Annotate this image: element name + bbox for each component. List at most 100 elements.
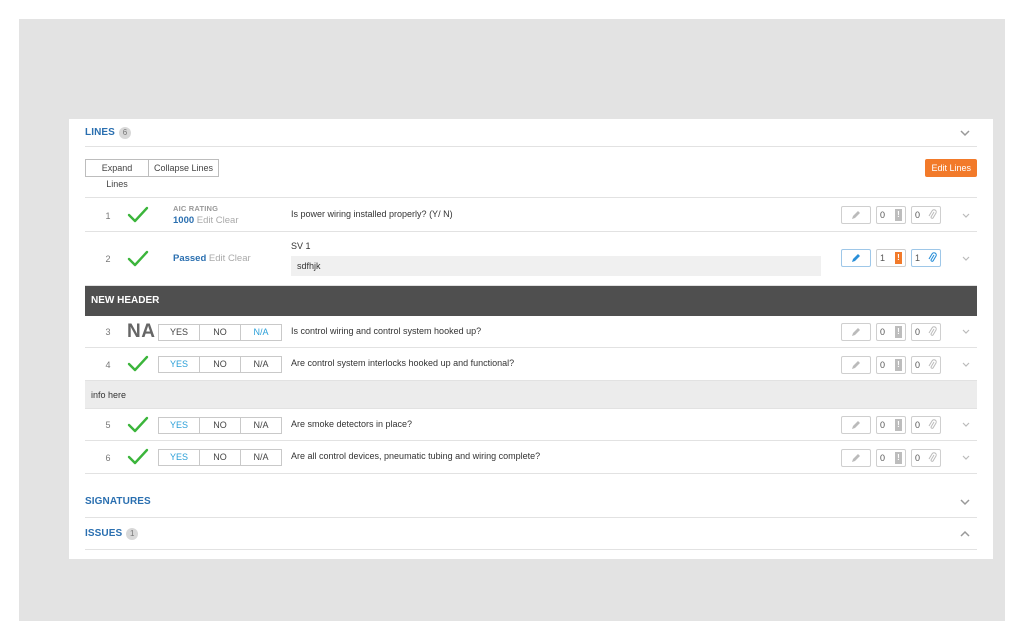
group-header: NEW HEADER xyxy=(85,286,977,316)
clear-link[interactable]: Clear xyxy=(216,215,239,226)
check-icon xyxy=(127,355,149,372)
lines-count-badge: 6 xyxy=(118,126,131,139)
checklist-card: LINES 6 Expand Lines Collapse Lines Edit… xyxy=(69,119,993,559)
chevron-down-icon[interactable] xyxy=(961,420,971,430)
yes-no-na-selector: YES NO N/A xyxy=(158,417,282,434)
issues-count-button[interactable]: 1 ! xyxy=(876,249,906,267)
edit-note-button[interactable] xyxy=(841,249,871,267)
collapse-lines-button[interactable]: Collapse Lines xyxy=(148,159,219,177)
edit-link[interactable]: Edit xyxy=(197,215,213,226)
table-row: 1 AIC RATING 1000 Edit Clear Is power wi… xyxy=(85,197,977,232)
chevron-down-icon[interactable] xyxy=(961,453,971,463)
pencil-icon xyxy=(852,254,860,262)
exclamation-icon: ! xyxy=(895,209,902,221)
comment-field[interactable]: sdfhjk xyxy=(291,256,821,276)
edit-note-button[interactable] xyxy=(841,449,871,467)
na-option[interactable]: N/A xyxy=(240,356,282,373)
issue-count: 0 xyxy=(880,210,886,220)
chevron-down-icon[interactable] xyxy=(959,127,971,139)
edit-note-button[interactable] xyxy=(841,356,871,374)
pencil-icon xyxy=(852,211,860,219)
no-option[interactable]: NO xyxy=(199,324,241,341)
paperclip-icon xyxy=(928,209,937,219)
issue-count: 1 xyxy=(880,253,886,263)
line-number: 1 xyxy=(105,211,111,221)
na-option[interactable]: N/A xyxy=(240,417,282,434)
attachment-count: 1 xyxy=(915,253,921,263)
chevron-down-icon[interactable] xyxy=(961,327,971,337)
check-icon xyxy=(127,416,149,433)
exclamation-icon: ! xyxy=(895,252,902,264)
yes-no-na-selector: YES NO N/A xyxy=(158,324,282,341)
na-option[interactable]: N/A xyxy=(240,449,282,466)
issues-count-button[interactable]: 0 ! xyxy=(876,356,906,374)
exclamation-icon: ! xyxy=(895,359,902,371)
signatures-section-header[interactable]: SIGNATURES xyxy=(85,486,977,518)
exclamation-icon: ! xyxy=(895,419,902,431)
field-label: AIC RATING xyxy=(173,204,219,213)
exclamation-icon: ! xyxy=(895,326,902,338)
paperclip-icon xyxy=(928,452,937,462)
yes-no-na-selector: YES NO N/A xyxy=(158,449,282,466)
question-text: Are smoke detectors in place? xyxy=(291,419,413,429)
line-number: 5 xyxy=(105,420,111,430)
issues-section-header[interactable]: ISSUES 1 xyxy=(85,518,977,550)
chevron-up-icon[interactable] xyxy=(959,528,971,540)
chevron-down-icon[interactable] xyxy=(961,360,971,370)
no-option[interactable]: NO xyxy=(199,356,241,373)
attachments-count-button[interactable]: 1 xyxy=(911,249,941,267)
pencil-icon xyxy=(852,421,860,429)
table-row: 3 NA YES NO N/A Is control wiring and co… xyxy=(85,316,977,348)
yes-option[interactable]: YES xyxy=(158,356,200,373)
no-option[interactable]: NO xyxy=(199,449,241,466)
issues-count-button[interactable]: 0 ! xyxy=(876,416,906,434)
edit-lines-button[interactable]: Edit Lines xyxy=(925,159,977,177)
question-text: Is power wiring installed properly? (Y/ … xyxy=(291,209,453,219)
attachment-count: 0 xyxy=(915,210,921,220)
edit-note-button[interactable] xyxy=(841,323,871,341)
check-icon xyxy=(127,250,149,267)
field-value: 1000 xyxy=(173,215,195,226)
question-text: Is control wiring and control system hoo… xyxy=(291,326,482,336)
issues-count-button[interactable]: 0 ! xyxy=(876,206,906,224)
paperclip-icon xyxy=(928,359,937,369)
na-option[interactable]: N/A xyxy=(240,324,282,341)
page-background: LINES 6 Expand Lines Collapse Lines Edit… xyxy=(19,19,1005,621)
attachments-count-button[interactable]: 0 xyxy=(911,449,941,467)
issue-count: 0 xyxy=(880,327,886,337)
issues-title: ISSUES xyxy=(85,528,123,539)
expand-lines-button[interactable]: Expand Lines xyxy=(85,159,149,189)
attachments-count-button[interactable]: 0 xyxy=(911,206,941,224)
chevron-down-icon[interactable] xyxy=(959,496,971,508)
lines-toolbar: Expand Lines Collapse Lines Edit Lines xyxy=(85,159,977,189)
lines-section-header[interactable]: LINES 6 xyxy=(85,119,977,147)
yes-option[interactable]: YES xyxy=(158,449,200,466)
attachments-count-button[interactable]: 0 xyxy=(911,356,941,374)
edit-note-button[interactable] xyxy=(841,206,871,224)
chevron-down-icon[interactable] xyxy=(961,254,971,264)
row-tools: 0 ! 0 xyxy=(836,323,941,341)
line-number: 4 xyxy=(105,360,111,370)
field-value: Passed xyxy=(173,253,207,264)
na-status: NA xyxy=(127,321,156,342)
yes-option[interactable]: YES xyxy=(158,324,200,341)
clear-link[interactable]: Clear xyxy=(228,253,251,264)
attachment-count: 0 xyxy=(915,327,921,337)
pencil-icon xyxy=(852,454,860,462)
issues-count-button[interactable]: 0 ! xyxy=(876,449,906,467)
issues-count-button[interactable]: 0 ! xyxy=(876,323,906,341)
info-section: info here xyxy=(85,381,977,409)
attachment-count: 0 xyxy=(915,453,921,463)
chevron-down-icon[interactable] xyxy=(961,211,971,221)
attachments-count-button[interactable]: 0 xyxy=(911,323,941,341)
edit-note-button[interactable] xyxy=(841,416,871,434)
question-text: Are control system interlocks hooked up … xyxy=(291,358,515,368)
exclamation-icon: ! xyxy=(895,452,902,464)
pencil-icon xyxy=(852,328,860,336)
line-number: 3 xyxy=(105,327,111,337)
attachments-count-button[interactable]: 0 xyxy=(911,416,941,434)
yes-option[interactable]: YES xyxy=(158,417,200,434)
edit-link[interactable]: Edit xyxy=(209,253,225,264)
no-option[interactable]: NO xyxy=(199,417,241,434)
row-tools: 1 ! 1 xyxy=(836,249,941,267)
